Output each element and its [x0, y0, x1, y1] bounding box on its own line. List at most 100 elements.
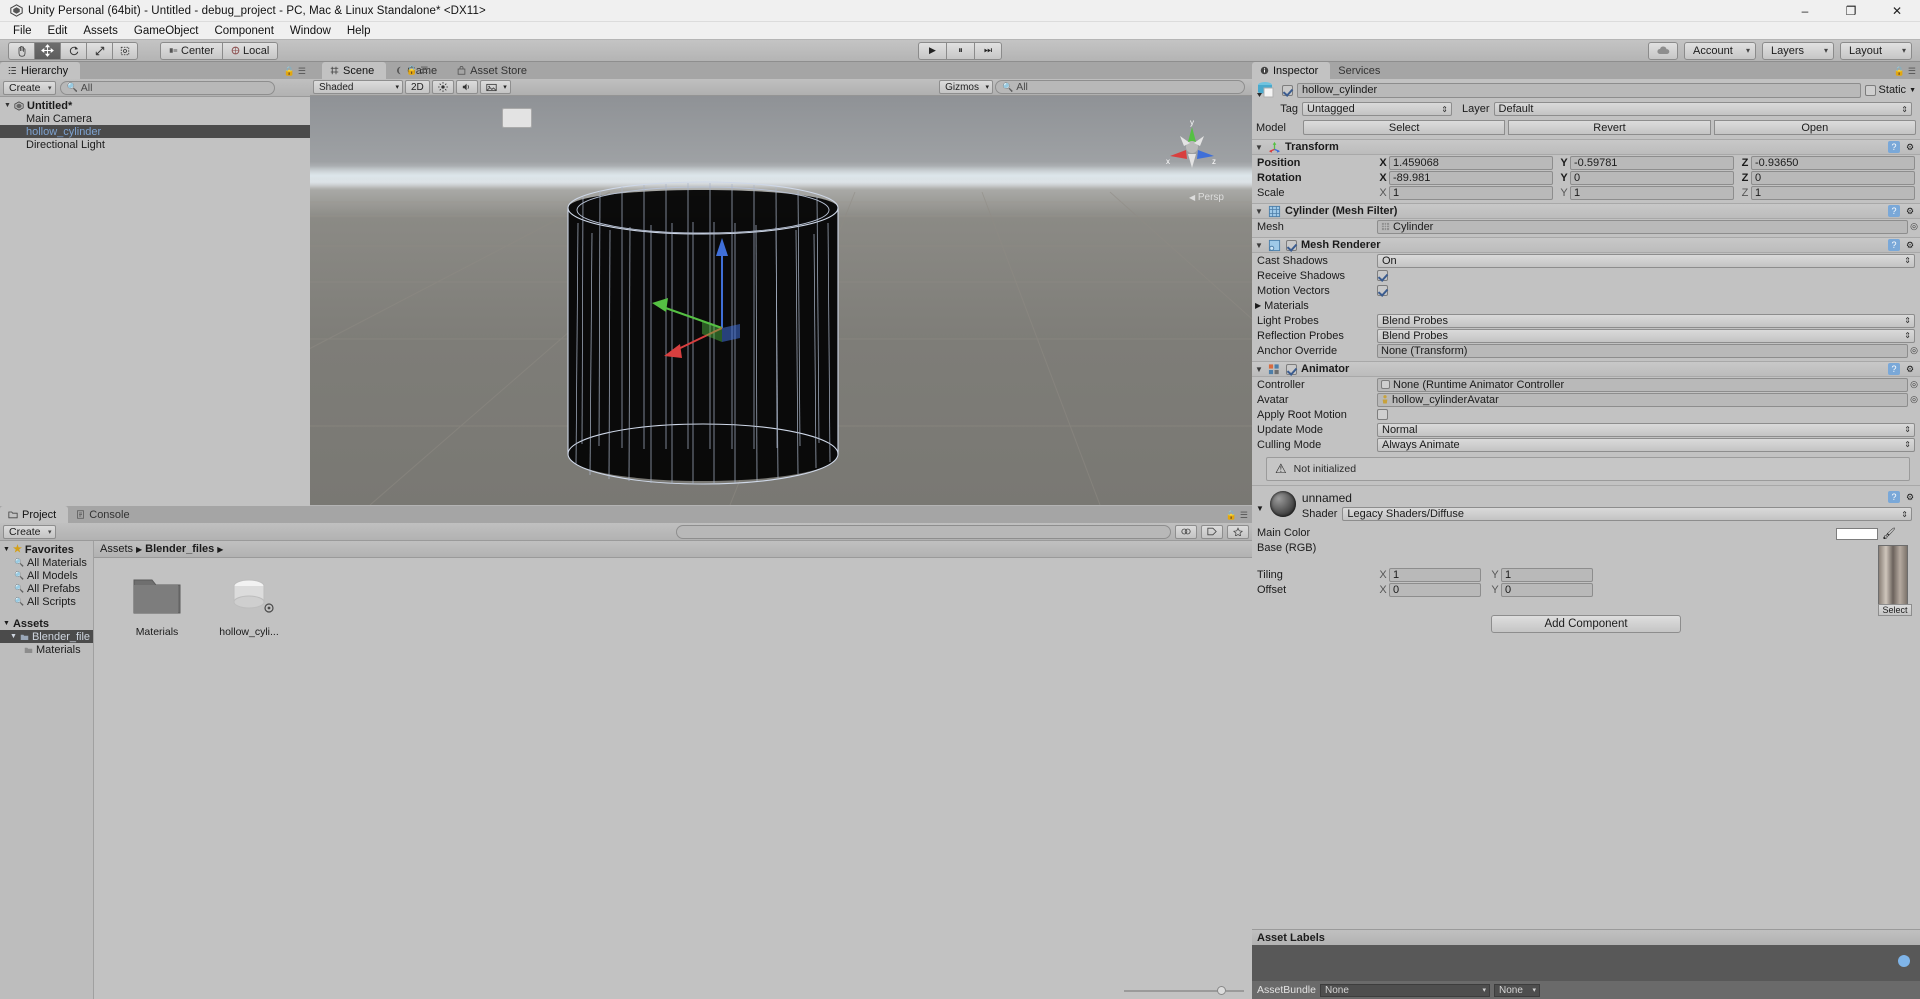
menu-gameobject[interactable]: GameObject — [126, 22, 207, 40]
scale-y-input[interactable]: 1 — [1570, 185, 1734, 200]
texture-slot[interactable]: Select — [1878, 545, 1912, 616]
rotation-z-input[interactable]: 0 — [1751, 170, 1915, 185]
help-icon[interactable]: ? — [1888, 363, 1900, 375]
chevron-down-icon[interactable]: ▼ — [1255, 207, 1264, 216]
chevron-down-icon[interactable]: ▼ — [3, 620, 10, 627]
move-handle-gizmo[interactable] — [640, 216, 940, 436]
object-picker-icon[interactable]: ◎ — [1910, 345, 1918, 356]
chevron-down-icon[interactable]: ▼ — [1256, 504, 1264, 513]
materials-row[interactable]: ▶ Materials — [1252, 298, 1920, 313]
cloud-button[interactable] — [1648, 41, 1678, 60]
object-name-input[interactable]: hollow_cylinder — [1297, 82, 1861, 98]
component-header-animator[interactable]: ▼ Animator ? ⚙ — [1252, 361, 1920, 377]
pivot-mode-button[interactable]: Center — [160, 41, 223, 60]
main-color-swatch[interactable] — [1836, 527, 1879, 540]
update-mode-dropdown[interactable]: Normal — [1377, 422, 1915, 437]
menu-assets[interactable]: Assets — [75, 22, 126, 40]
scale-x-input[interactable]: 1 — [1389, 185, 1553, 200]
hierarchy-search-input[interactable]: 🔍 All — [59, 80, 275, 95]
model-select-button[interactable]: Select — [1303, 120, 1506, 135]
handle-mode-button[interactable]: Local — [222, 41, 279, 60]
eyedropper-icon[interactable]: 🖌 — [1882, 527, 1896, 540]
lock-icon[interactable]: 🔒 — [1894, 66, 1905, 77]
save-search-icon[interactable] — [1227, 524, 1249, 539]
help-icon[interactable]: ? — [1888, 491, 1900, 503]
layer-dropdown[interactable]: Default — [1493, 102, 1912, 116]
position-y-input[interactable]: -0.59781 — [1570, 155, 1734, 170]
model-open-button[interactable]: Open — [1713, 120, 1916, 135]
asset-size-slider[interactable] — [1124, 985, 1244, 996]
help-icon[interactable]: ? — [1888, 205, 1900, 217]
gear-icon[interactable]: ⚙ — [1904, 363, 1916, 375]
mesh-object-field[interactable]: Cylinder ◎ — [1377, 219, 1918, 234]
animator-enabled-checkbox[interactable] — [1286, 363, 1297, 375]
avatar-object-field[interactable]: hollow_cylinderAvatar ◎ — [1377, 392, 1918, 407]
hierarchy-item-directional-light[interactable]: Directional Light — [0, 138, 310, 151]
tab-services[interactable]: Services — [1330, 62, 1392, 79]
motion-vectors-checkbox[interactable] — [1377, 285, 1388, 296]
tag-dropdown[interactable]: Untagged — [1302, 102, 1452, 116]
static-toggle[interactable]: Static ▼ — [1864, 84, 1916, 96]
project-favorite-all-materials[interactable]: 🔍 All Materials — [0, 556, 93, 569]
project-create-button[interactable]: Create — [3, 524, 56, 539]
scale-z-input[interactable]: 1 — [1751, 185, 1915, 200]
scene-audio-toggle[interactable] — [455, 80, 478, 94]
light-probes-dropdown[interactable]: Blend Probes — [1377, 313, 1915, 328]
lock-icon[interactable]: 🔒 — [406, 65, 417, 76]
scene-gizmos-dropdown[interactable]: Gizmos — [939, 80, 993, 94]
component-header-mesh-filter[interactable]: ▼ Cylinder (Mesh Filter) ? ⚙ — [1252, 203, 1920, 219]
chevron-down-icon[interactable]: ▼ — [1255, 365, 1264, 374]
minimize-button[interactable]: – — [1782, 0, 1828, 22]
tab-scene[interactable]: Scene — [322, 62, 387, 79]
scene-lighting-toggle[interactable] — [431, 80, 454, 94]
menu-edit[interactable]: Edit — [40, 22, 76, 40]
anchor-override-object-field[interactable]: None (Transform) ◎ — [1377, 343, 1918, 358]
tab-console[interactable]: Console — [68, 506, 141, 523]
chevron-down-icon[interactable]: ▼ — [1255, 241, 1264, 250]
project-tree-blender-files[interactable]: ▼ Blender_file — [0, 630, 93, 643]
object-enabled-checkbox[interactable] — [1282, 84, 1293, 96]
move-tool-icon[interactable] — [34, 41, 60, 60]
rotation-y-input[interactable]: 0 — [1570, 170, 1734, 185]
lock-icon[interactable]: 🔒 — [1226, 510, 1237, 521]
position-z-input[interactable]: -0.93650 — [1751, 155, 1915, 170]
scene-2d-toggle[interactable]: 2D — [405, 80, 430, 94]
menu-kebab-icon[interactable]: ☰ — [1908, 66, 1916, 77]
position-x-input[interactable]: 1.459068 — [1389, 155, 1553, 170]
rotate-tool-icon[interactable] — [60, 41, 86, 60]
project-tree-materials[interactable]: Materials — [0, 643, 93, 656]
maximize-button[interactable]: ❐ — [1828, 0, 1874, 22]
hierarchy-item-hollow-cylinder[interactable]: hollow_cylinder — [0, 125, 310, 138]
hierarchy-item-main-camera[interactable]: Main Camera — [0, 112, 310, 125]
menu-kebab-icon[interactable]: ☰ — [298, 66, 306, 77]
apply-root-motion-checkbox[interactable] — [1377, 409, 1388, 420]
project-search-input[interactable] — [676, 524, 1171, 539]
object-picker-icon[interactable]: ◎ — [1910, 379, 1918, 390]
tab-hierarchy[interactable]: Hierarchy — [0, 62, 81, 79]
gear-icon[interactable]: ⚙ — [1904, 491, 1916, 503]
tiling-x-input[interactable]: 1 — [1389, 567, 1481, 582]
scene-shading-dropdown[interactable]: Shaded — [313, 80, 403, 94]
offset-y-input[interactable]: 0 — [1501, 582, 1593, 597]
component-header-transform[interactable]: ▼ Transform ? ⚙ — [1252, 139, 1920, 155]
gear-icon[interactable]: ⚙ — [1904, 239, 1916, 251]
assetbundle-variant-dropdown[interactable]: None — [1493, 983, 1540, 997]
tab-asset-store[interactable]: Asset Store — [449, 62, 539, 79]
label-tag-icon[interactable] — [1898, 955, 1910, 967]
shader-dropdown[interactable]: Legacy Shaders/Diffuse — [1342, 507, 1912, 521]
culling-mode-dropdown[interactable]: Always Animate — [1377, 437, 1915, 452]
breadcrumb-assets[interactable]: Assets — [100, 543, 133, 555]
texture-select-button[interactable]: Select — [1878, 604, 1912, 616]
object-picker-icon[interactable]: ◎ — [1910, 221, 1918, 232]
scene-search-input[interactable]: 🔍 All — [995, 80, 1245, 94]
tab-project[interactable]: Project — [0, 506, 69, 523]
help-icon[interactable]: ? — [1888, 239, 1900, 251]
controller-object-field[interactable]: None (Runtime Animator Controller ◎ — [1377, 377, 1918, 392]
hierarchy-create-button[interactable]: Create — [3, 80, 56, 95]
asset-labels-area[interactable] — [1252, 945, 1920, 981]
hierarchy-item-scene[interactable]: ▼ Untitled* — [0, 99, 310, 112]
asset-item-materials[interactable]: Materials — [122, 572, 192, 638]
chevron-down-icon[interactable]: ▼ — [3, 546, 10, 553]
chevron-right-icon[interactable]: ▶ — [1255, 301, 1261, 310]
component-header-mesh-renderer[interactable]: ▼ Mesh Renderer ? ⚙ — [1252, 237, 1920, 253]
